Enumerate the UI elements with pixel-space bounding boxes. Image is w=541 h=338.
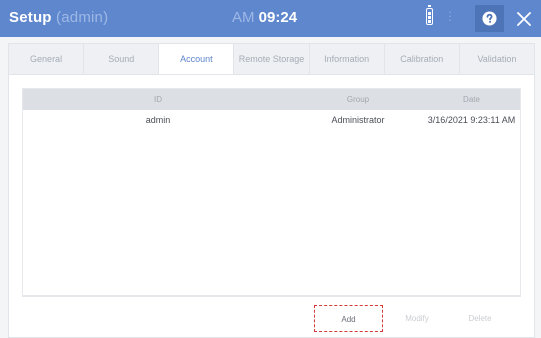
cell-id: admin bbox=[145, 115, 171, 125]
help-icon bbox=[482, 11, 497, 26]
action-bar: Add Modify Delete bbox=[22, 296, 521, 334]
cell-date: 3/16/2021 9:23:11 AM bbox=[427, 115, 516, 125]
tab-sound[interactable]: Sound bbox=[84, 44, 160, 74]
column-header-date[interactable]: Date bbox=[423, 89, 520, 110]
tab-remote-storage[interactable]: Remote Storage bbox=[234, 44, 310, 74]
account-table: ID Group Date admin Administrator 3/16/2… bbox=[22, 88, 521, 296]
window-title: Setup (admin) bbox=[9, 9, 108, 26]
column-header-id[interactable]: ID bbox=[23, 89, 293, 110]
delete-button[interactable]: Delete bbox=[451, 305, 509, 332]
tab-validation[interactable]: Validation bbox=[460, 44, 534, 74]
clock-ampm: AM bbox=[232, 9, 255, 26]
clock-time: 09:24 bbox=[258, 9, 298, 26]
title-bar: Setup (admin) AM 09:24 ⋮ bbox=[0, 0, 541, 37]
window-title-text: Setup bbox=[9, 9, 52, 26]
clock: AM 09:24 bbox=[232, 9, 297, 26]
tab-general[interactable]: General bbox=[9, 44, 85, 74]
setup-window: Setup (admin) AM 09:24 ⋮ General Sound A… bbox=[0, 0, 541, 338]
tab-information[interactable]: Information bbox=[310, 44, 385, 74]
close-button[interactable] bbox=[510, 5, 537, 32]
cell-group: Administrator bbox=[331, 115, 385, 125]
table-header: ID Group Date bbox=[23, 89, 520, 110]
modify-button[interactable]: Modify bbox=[388, 305, 446, 332]
add-button[interactable]: Add bbox=[314, 305, 383, 332]
account-panel: ID Group Date admin Administrator 3/16/2… bbox=[8, 75, 535, 338]
help-button[interactable] bbox=[475, 5, 504, 32]
table-row[interactable]: admin Administrator 3/16/2021 9:23:11 AM bbox=[23, 110, 520, 131]
column-header-group[interactable]: Group bbox=[293, 89, 423, 110]
tab-account[interactable]: Account bbox=[159, 44, 235, 74]
status-dots-icon: ⋮ bbox=[444, 9, 456, 23]
battery-icon bbox=[426, 5, 433, 25]
settings-tabs: General Sound Account Remote Storage Inf… bbox=[8, 43, 535, 75]
close-icon bbox=[516, 11, 531, 26]
current-user: (admin) bbox=[56, 9, 109, 26]
tab-calibration[interactable]: Calibration bbox=[385, 44, 460, 74]
